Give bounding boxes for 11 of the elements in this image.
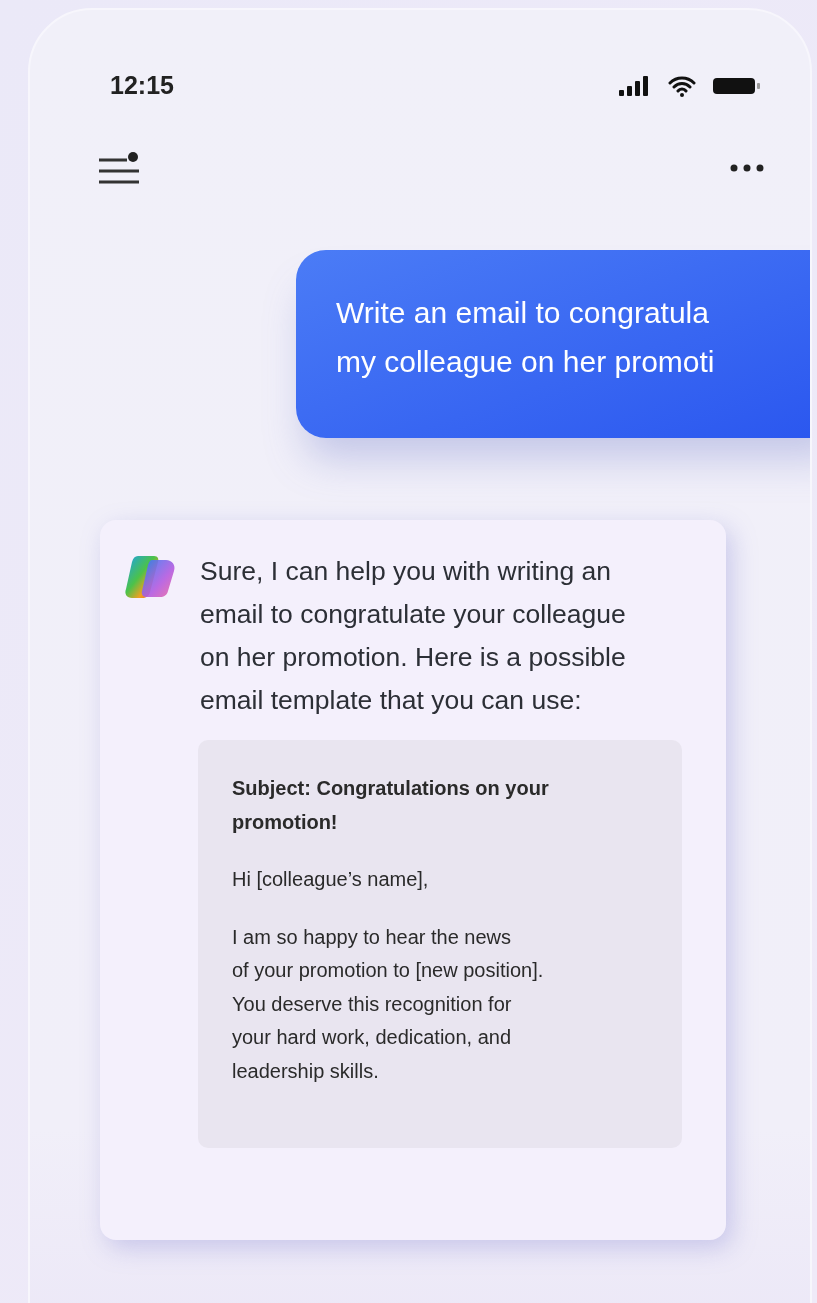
- battery-icon: [712, 76, 762, 96]
- status-time: 12:15: [110, 70, 174, 102]
- email-greeting: Hi [colleague’s name],: [232, 867, 430, 892]
- email-body: I am so happy to hear the news of your promotion to [new position]. You deserve this recognition for your hard work, dedication, and leadership skills.: [232, 924, 545, 1084]
- wifi-icon: [668, 75, 696, 97]
- user-message-bubble: Write an email to congratula my colleague on her promoti: [296, 250, 810, 438]
- assistant-logo-icon: [124, 554, 176, 600]
- more-options-icon[interactable]: [730, 164, 764, 172]
- assistant-message-text: Sure, I can help you with writing an email to congratulate your colleague on her promotion. Here is a possible email template that you can use:: [200, 555, 627, 717]
- email-subject: Subject: Congratulations on your promotion!: [232, 776, 550, 835]
- menu-icon[interactable]: [98, 151, 140, 185]
